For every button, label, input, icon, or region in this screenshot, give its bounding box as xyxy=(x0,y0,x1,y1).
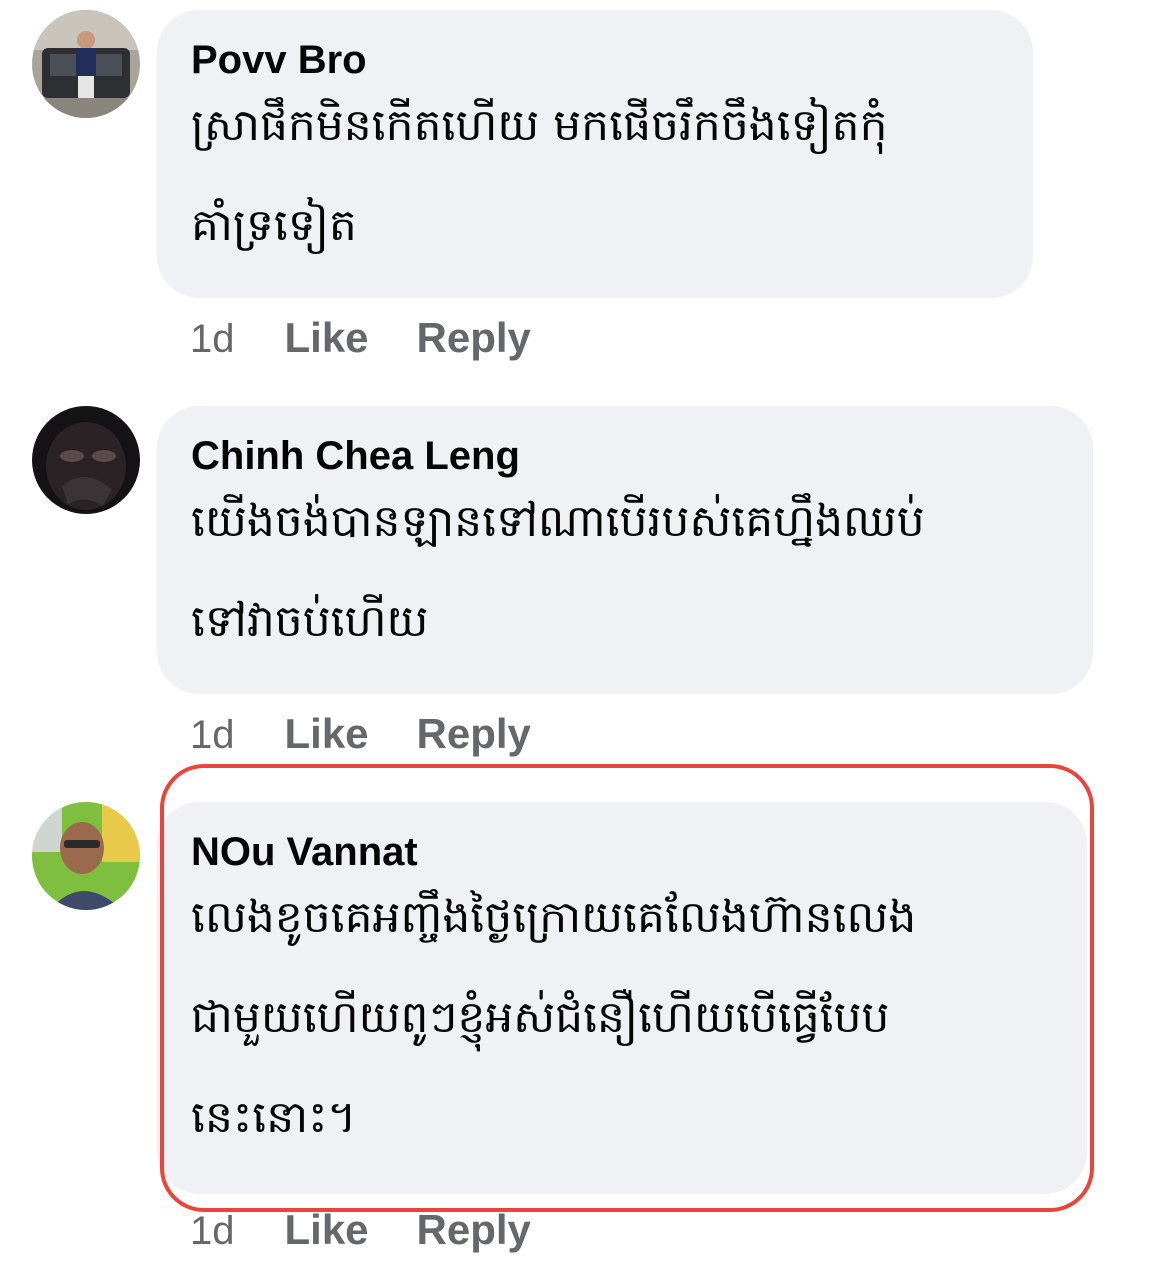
avatar-photo-icon xyxy=(32,802,140,910)
like-button[interactable]: Like xyxy=(285,710,369,758)
avatar[interactable] xyxy=(32,406,140,514)
comment-bubble: Chinh Chea Leng យើងចង់បានឡានទៅណាបើរបស់គេ… xyxy=(157,406,1093,694)
avatar-photo-icon xyxy=(32,10,140,118)
comment-bubble: Povv Bro ស្រាផឹកមិនកើតហើយ មកផើចរឹកចឹងទៀត… xyxy=(157,10,1033,298)
comment-actions: 1d Like Reply xyxy=(190,314,579,362)
reply-button[interactable]: Reply xyxy=(417,1206,531,1254)
comment-text: ស្រាផឹកមិនកើតហើយ មកផើចរឹកចឹងទៀតកុំ គាំទ្… xyxy=(191,100,888,251)
avatar[interactable] xyxy=(32,802,140,910)
comment-text: យើងចង់បានឡានទៅណាបើរបស់គេហ្នឹងឈប់ ទៅវាចប់… xyxy=(191,496,925,647)
comment-timestamp[interactable]: 1d xyxy=(190,713,235,758)
reply-button[interactable]: Reply xyxy=(417,710,531,758)
comment-timestamp[interactable]: 1d xyxy=(190,1209,235,1254)
avatar-photo-icon xyxy=(32,406,140,514)
comment-actions: 1d Like Reply xyxy=(190,710,579,758)
avatar[interactable] xyxy=(32,10,140,118)
comment-bubble: NOu Vannat លេងខូចគេអញ្ចឹងថ្ងៃក្រោយគេលែងហ… xyxy=(157,802,1087,1194)
like-button[interactable]: Like xyxy=(285,1206,369,1254)
comment-timestamp[interactable]: 1d xyxy=(190,317,235,362)
reply-button[interactable]: Reply xyxy=(417,314,531,362)
comment-actions: 1d Like Reply xyxy=(190,1206,579,1254)
comment-text: លេងខូចគេអញ្ចឹងថ្ងៃក្រោយគេលែងហ៊ានលេង ជាមួ… xyxy=(191,892,917,1143)
like-button[interactable]: Like xyxy=(285,314,369,362)
